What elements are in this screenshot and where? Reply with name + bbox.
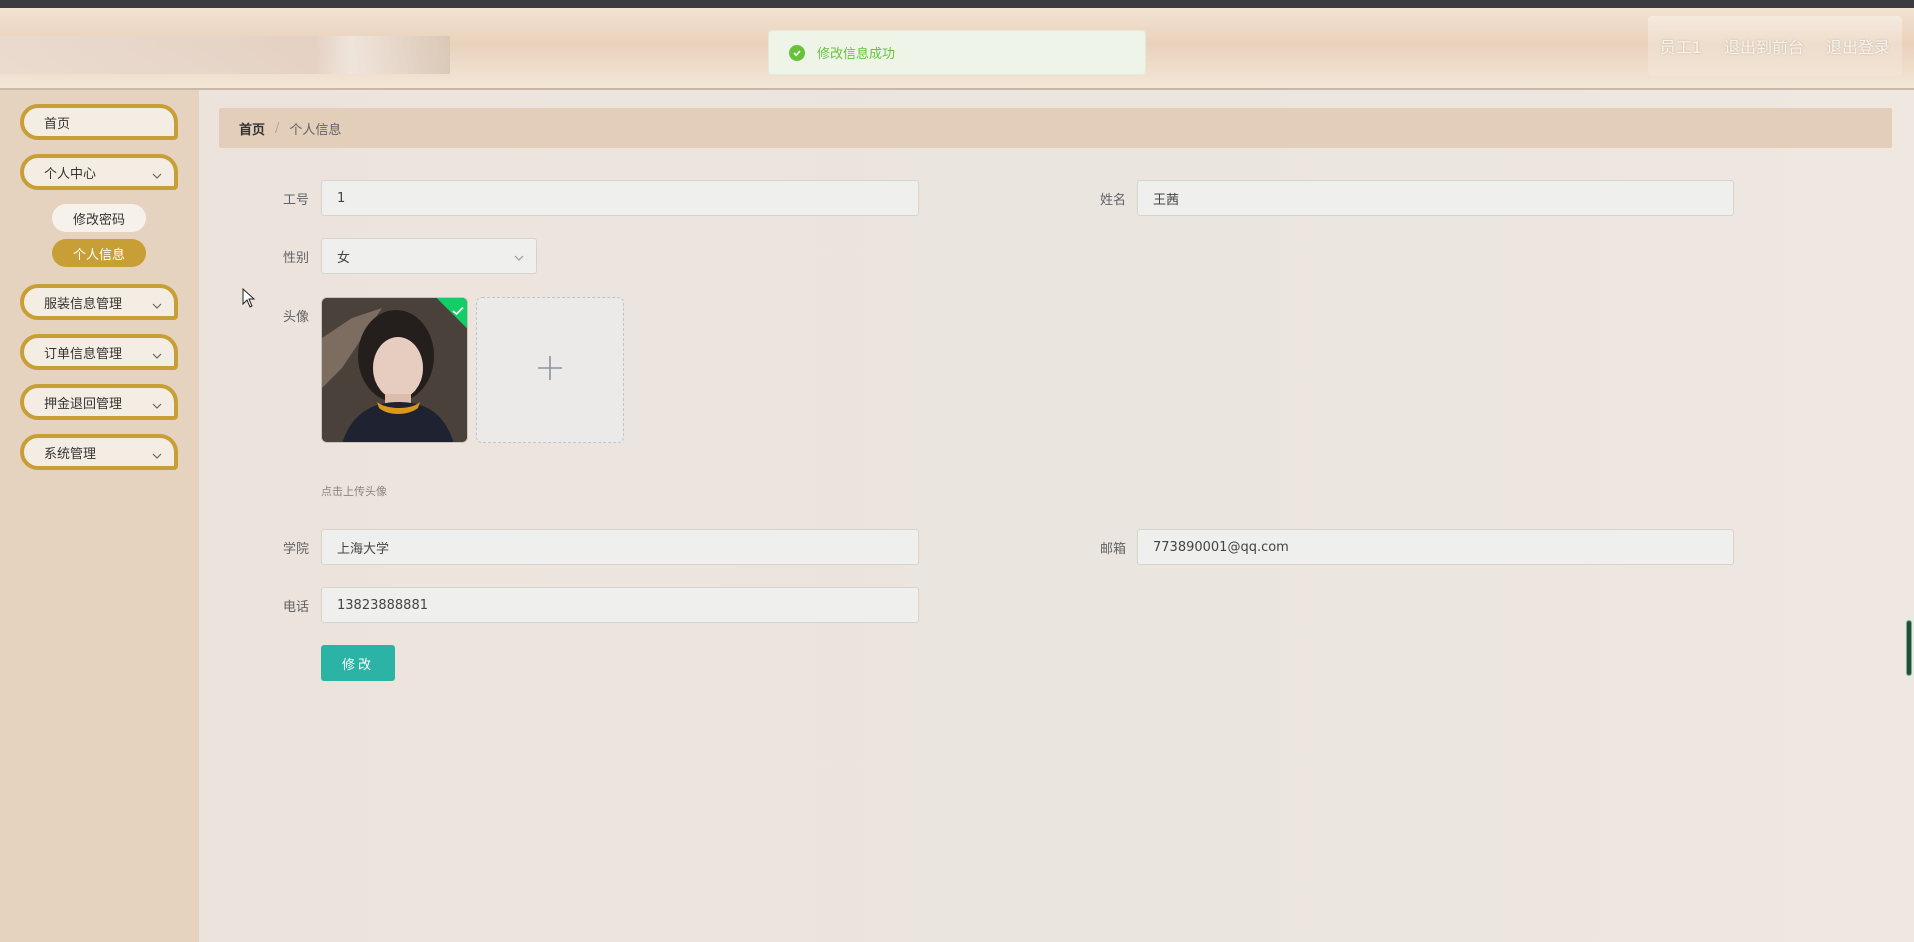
window-top-bar [0, 0, 1914, 8]
breadcrumb-home[interactable]: 首页 [239, 119, 265, 138]
back-to-front-link[interactable]: 退出到前台 [1724, 34, 1804, 58]
avatar-upload-hint: 点击上传头像 [321, 485, 387, 498]
avatar-upload-button[interactable] [476, 297, 624, 443]
chevron-down-icon [152, 169, 162, 184]
avatar-image[interactable] [321, 297, 468, 443]
sidebar: 首页 个人中心 修改密码 个人信息 服装信息管理 订单信息管理 押金退回管理 系… [0, 90, 199, 942]
sidebar-item-label: 系统管理 [44, 446, 97, 462]
toast-message: 修改信息成功 [817, 47, 896, 62]
sidebar-subitem-label: 修改密码 [72, 212, 125, 228]
chevron-down-icon [152, 449, 162, 464]
email-field[interactable]: 773890001@qq.com [1137, 529, 1734, 565]
sidebar-item-home[interactable]: 首页 [20, 104, 178, 140]
success-toast: 修改信息成功 [768, 30, 1146, 75]
plus-icon [536, 354, 564, 386]
sidebar-item-label: 订单信息管理 [44, 346, 123, 362]
chevron-down-icon [152, 349, 162, 364]
user-name: 员工1 [1659, 38, 1702, 57]
sidebar-subitem-personal-info[interactable]: 个人信息 [52, 239, 146, 267]
logout-link[interactable]: 退出登录 [1826, 34, 1890, 58]
college-field[interactable]: 上海大学 [321, 529, 919, 565]
scrollbar-thumb[interactable] [1906, 620, 1912, 676]
sidebar-item-label: 押金退回管理 [44, 396, 123, 412]
employee-no-label: 工号 [282, 193, 309, 208]
submit-button[interactable]: 修改 [321, 645, 395, 681]
logo-area [0, 36, 450, 74]
gender-value: 女 [337, 250, 351, 266]
user-area: 员工1 退出到前台 退出登录 [1647, 16, 1902, 76]
name-label: 姓名 [1099, 193, 1126, 208]
mouse-cursor-icon [242, 287, 256, 312]
sidebar-item-clothing-management[interactable]: 服装信息管理 [20, 284, 178, 320]
breadcrumb: 首页 / 个人信息 [219, 108, 1892, 148]
avatar-label: 头像 [282, 310, 309, 325]
sidebar-item-label: 个人中心 [44, 166, 97, 182]
sidebar-item-deposit-refund[interactable]: 押金退回管理 [20, 384, 178, 420]
check-icon [452, 301, 464, 320]
sidebar-item-label: 首页 [44, 116, 71, 132]
sidebar-item-personal-center[interactable]: 个人中心 [20, 154, 178, 190]
name-field[interactable]: 王茜 [1137, 180, 1734, 216]
sidebar-subitem-change-password[interactable]: 修改密码 [52, 204, 146, 232]
gender-label: 性别 [282, 251, 309, 266]
chevron-down-icon [152, 399, 162, 414]
employee-no-field[interactable]: 1 [321, 180, 919, 216]
chevron-down-icon [514, 251, 524, 266]
avatar-photo [322, 298, 467, 442]
email-label: 邮箱 [1099, 542, 1126, 557]
college-label: 学院 [282, 542, 309, 557]
phone-field[interactable]: 13823888881 [321, 587, 919, 623]
sidebar-item-order-management[interactable]: 订单信息管理 [20, 334, 178, 370]
gender-select[interactable]: 女 [321, 238, 537, 274]
chevron-down-icon [152, 299, 162, 314]
sidebar-subitem-label: 个人信息 [72, 247, 125, 263]
main-content: 首页 / 个人信息 [199, 90, 1914, 942]
check-circle-icon [789, 44, 805, 61]
sidebar-item-label: 服装信息管理 [44, 296, 123, 312]
phone-label: 电话 [282, 600, 309, 615]
breadcrumb-current: 个人信息 [289, 122, 342, 138]
breadcrumb-separator: / [275, 120, 280, 136]
sidebar-item-system-management[interactable]: 系统管理 [20, 434, 178, 470]
